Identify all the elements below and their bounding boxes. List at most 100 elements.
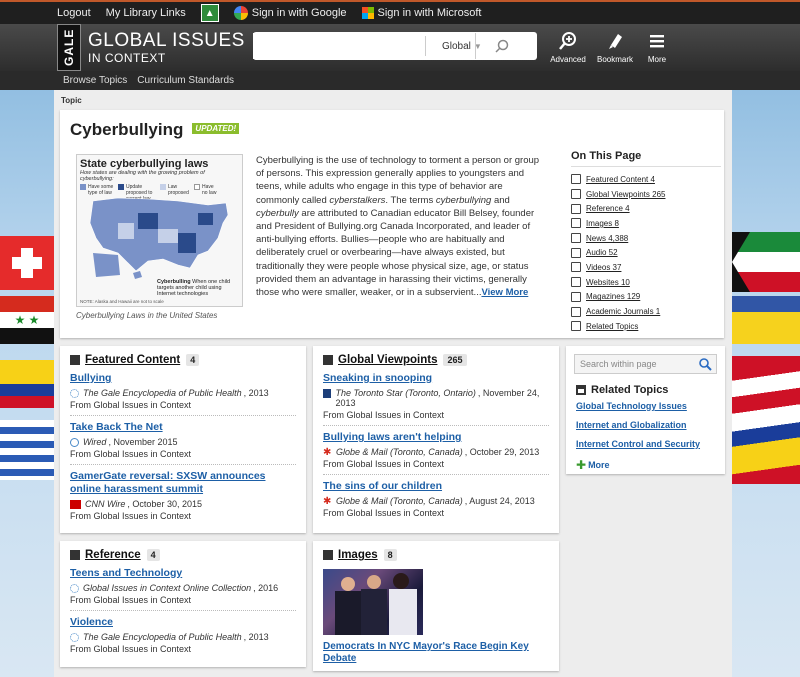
related-topic-link[interactable]: Internet and Globalization: [576, 420, 721, 430]
search-bar: Global ▼: [253, 32, 537, 60]
article-link[interactable]: Take Back The Net: [70, 421, 163, 433]
on-page-videos[interactable]: Videos 37: [571, 260, 721, 275]
logo-title: GLOBAL ISSUES: [88, 29, 245, 51]
search-scope-select[interactable]: Global ▼: [425, 36, 482, 56]
related-topic-link[interactable]: Global Technology Issues: [576, 401, 721, 411]
journal-icon: [571, 306, 581, 317]
google-signin-link[interactable]: Sign in with Google: [233, 6, 347, 20]
list-item: Bullying laws aren't helping ✱ Globe & Ma…: [323, 431, 549, 475]
on-page-audio[interactable]: Audio 52: [571, 245, 721, 260]
reference-heading: Reference 4: [70, 549, 296, 561]
map-callout: Cyberbulling When one child targets anot…: [157, 279, 231, 297]
article-link[interactable]: GamerGate reversal: SXSW announces onlin…: [70, 470, 266, 495]
map-title: State cyberbullying laws: [80, 158, 209, 170]
on-page-viewpoints[interactable]: Global Viewpoints 265: [571, 187, 721, 202]
featured-count: 4: [186, 354, 200, 366]
on-page-related[interactable]: Related Topics: [571, 319, 721, 334]
library-profile-icon[interactable]: ▲: [200, 4, 219, 22]
on-page-magazines[interactable]: Magazines 129: [571, 290, 721, 305]
magazine-icon: [571, 291, 581, 302]
toronto-star-icon: [323, 389, 332, 398]
bookmark-icon: [609, 34, 622, 49]
newspaper-icon: [571, 233, 581, 244]
list-item: The sins of our children ✱ Globe & Mail (…: [323, 480, 535, 518]
updated-badge: UPDATED!: [192, 123, 240, 134]
microsoft-signin-link[interactable]: Sign in with Microsoft: [361, 7, 481, 19]
gale-source-icon: [70, 388, 79, 398]
kuwait-flag: [732, 232, 800, 292]
gale-source-icon: [70, 583, 79, 593]
article-link[interactable]: The sins of our children: [323, 480, 442, 492]
more-related-link[interactable]: ✚ More: [576, 458, 721, 472]
on-page-news[interactable]: News 4,388: [571, 231, 721, 246]
on-page-journals[interactable]: Academic Journals 1: [571, 304, 721, 319]
cnn-source-icon: [70, 499, 81, 509]
featured-content-card: Featured Content 4 Bullying The Gale Enc…: [60, 346, 306, 533]
star-doc-icon: [70, 355, 80, 365]
view-more-link[interactable]: View More: [481, 287, 528, 298]
image-title-link[interactable]: Democrats In NYC Mayor's Race Begin Key …: [323, 641, 529, 664]
image-thumbnail[interactable]: [323, 569, 423, 635]
star-doc-icon: [571, 174, 581, 185]
search-within-page-input[interactable]: Search within page: [574, 354, 717, 374]
related-topic-link[interactable]: Internet Control and Security: [576, 439, 721, 449]
global-viewpoints-link[interactable]: Global Viewpoints: [338, 354, 437, 366]
book-icon: [70, 550, 80, 560]
hamburger-icon: [650, 35, 664, 48]
advanced-search-button[interactable]: Advanced: [544, 31, 592, 64]
article-link[interactable]: Bullying laws aren't helping: [323, 431, 461, 443]
advanced-search-icon: [559, 32, 576, 50]
logout-link[interactable]: Logout: [57, 7, 91, 19]
search-button[interactable]: [475, 33, 527, 59]
global-issues-logo[interactable]: GALE GLOBAL ISSUES IN CONTEXT: [57, 24, 245, 71]
on-page-reference[interactable]: Reference 4: [571, 201, 721, 216]
us-map-graphic: [89, 197, 229, 279]
featured-heading: Featured Content 4: [70, 354, 296, 366]
map-caption: Cyberbullying Laws in the United States: [76, 311, 218, 320]
curriculum-standards-link[interactable]: Curriculum Standards: [137, 75, 234, 86]
related-topics: Related Topics Global Technology Issues …: [576, 384, 721, 472]
map-subtitle: How states are dealing with the growing …: [80, 170, 205, 182]
reference-count: 4: [146, 549, 160, 561]
viewpoints-count: 265: [443, 354, 467, 366]
gale-source-icon: [70, 632, 79, 642]
on-this-page-nav: On This Page Featured Content 4 Global V…: [571, 150, 721, 334]
sidebar-card: Search within page Related Topics Global…: [566, 346, 725, 474]
browse-topics-link[interactable]: Browse Topics: [63, 75, 127, 86]
main-content: Topic Cyberbullying UPDATED! State cyber…: [54, 90, 732, 677]
top-utility-bar: Logout My Library Links ▲ Sign in with G…: [0, 0, 800, 24]
article-link[interactable]: Violence: [70, 616, 113, 628]
speech-bubble-icon: [323, 355, 333, 365]
on-page-websites[interactable]: Websites 10: [571, 275, 721, 290]
search-icon: [494, 39, 508, 53]
my-library-links[interactable]: My Library Links: [106, 7, 186, 19]
speaker-icon: [571, 247, 581, 258]
images-count: 8: [383, 549, 397, 561]
plus-icon: ✚: [576, 458, 587, 472]
on-page-featured[interactable]: Featured Content 4: [571, 172, 721, 187]
cyberbullying-map-image[interactable]: State cyberbullying laws How states are …: [76, 154, 243, 307]
maple-leaf-icon: ✱: [323, 495, 332, 507]
related-topics-heading: Related Topics: [576, 384, 721, 396]
list-item: Violence The Gale Encyclopedia of Public…: [70, 616, 269, 654]
article-link[interactable]: Sneaking in snooping: [323, 372, 432, 384]
search-input[interactable]: [253, 33, 425, 59]
on-page-images[interactable]: Images 8: [571, 216, 721, 231]
microsoft-icon: [361, 7, 374, 19]
app-header: GALE GLOBAL ISSUES IN CONTEXT Global ▼ Ad…: [0, 24, 800, 71]
bookmark-button[interactable]: Bookmark: [591, 31, 639, 64]
search-icon[interactable]: [699, 358, 712, 371]
topic-summary: Cyberbullying is the use of technology t…: [256, 155, 540, 299]
images-link[interactable]: Images: [338, 549, 378, 561]
article-link[interactable]: Bullying: [70, 372, 111, 384]
breadcrumb: Topic: [61, 96, 82, 105]
reference-link[interactable]: Reference: [85, 549, 141, 561]
viewpoints-heading: Global Viewpoints 265: [323, 354, 549, 366]
image-icon: [323, 550, 333, 560]
wired-source-icon: [70, 437, 79, 447]
topic-overview-card: Cyberbullying UPDATED! State cyberbullyi…: [60, 110, 724, 338]
featured-content-link[interactable]: Featured Content: [85, 354, 180, 366]
list-item: Sneaking in snooping The Toronto Star (T…: [323, 372, 549, 426]
more-menu-button[interactable]: More: [633, 31, 681, 64]
article-link[interactable]: Teens and Technology: [70, 567, 182, 579]
